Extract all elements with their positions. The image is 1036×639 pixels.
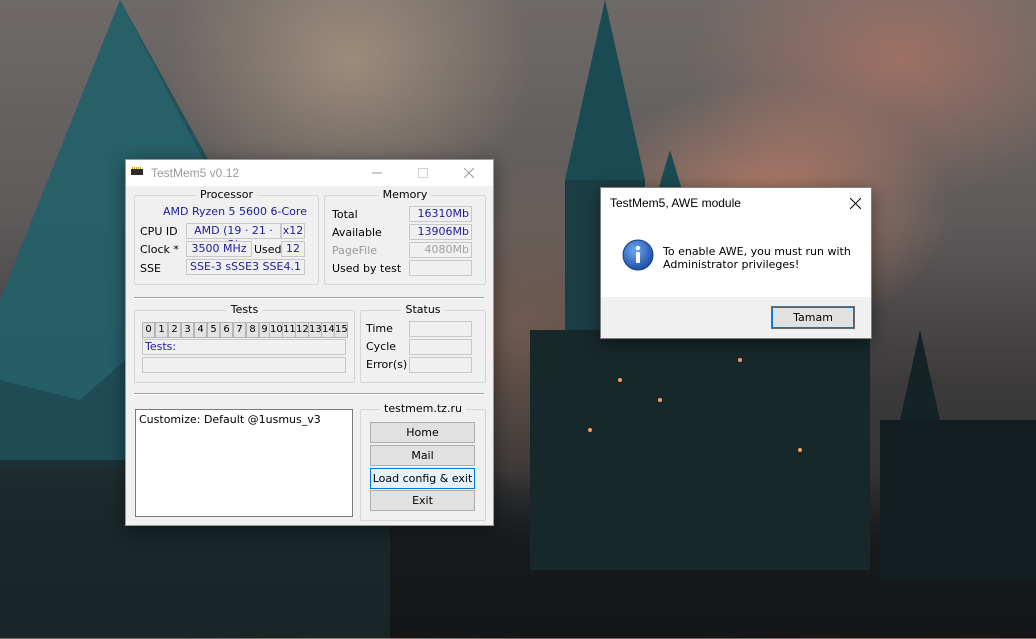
testmem-window: TestMem5 v0.12 Processor AMD Ryzen 5 560…: [125, 159, 494, 526]
clock-value: 3500 MHz: [186, 241, 252, 257]
cpu-id-value: AMD (19 · 21 · 2): [186, 223, 281, 251]
ok-button[interactable]: Tamam: [771, 306, 855, 329]
home-button[interactable]: Home: [370, 422, 475, 443]
total-value: 16310Mb: [409, 206, 472, 222]
time-label: Time: [366, 322, 393, 335]
memory-chip-icon: [131, 167, 143, 175]
window-title: TestMem5 v0.12: [151, 166, 240, 180]
minimize-button[interactable]: [354, 160, 400, 186]
dialog-title-bar: TestMem5, AWE module: [601, 188, 871, 218]
used-by-test-value: [409, 260, 472, 276]
maximize-icon: [418, 168, 428, 178]
memory-group-title: Memory: [378, 188, 432, 201]
test-number-cell: 5: [207, 322, 220, 338]
used-label: Used: [254, 243, 282, 256]
test-number-cell: 0: [142, 322, 155, 338]
processor-group: Processor: [134, 188, 319, 285]
used-value: 12: [281, 241, 305, 257]
status-group: Status: [360, 303, 486, 383]
load-config-exit-button[interactable]: Load config & exit: [370, 468, 475, 489]
errors-label: Error(s): [366, 358, 408, 371]
test-number-cell: 6: [220, 322, 233, 338]
dialog-body: To enable AWE, you must run with Adminis…: [601, 218, 871, 297]
sse-label: SSE: [140, 262, 161, 275]
exit-button[interactable]: Exit: [370, 490, 475, 511]
test-number-cell: 9: [259, 322, 270, 338]
info-icon: [622, 239, 654, 271]
test-number-cell: 10: [269, 322, 283, 338]
total-label: Total: [332, 208, 358, 221]
processor-group-title: Processor: [196, 188, 257, 201]
test-number-cell: 15: [334, 322, 348, 338]
cycle-value: [409, 339, 472, 355]
cpu-name: AMD Ryzen 5 5600 6-Core: [163, 205, 307, 218]
test-number-cell: 3: [181, 322, 194, 338]
available-value: 13906Mb: [409, 224, 472, 240]
links-group-title: testmem.tz.ru: [380, 402, 466, 415]
cpu-threads-value: x12: [281, 223, 305, 239]
dialog-message: To enable AWE, you must run with Adminis…: [663, 245, 851, 271]
time-value: [409, 321, 472, 337]
test-number-cell: 2: [168, 322, 181, 338]
clock-label: Clock *: [140, 243, 179, 256]
test-number-cell: 4: [194, 322, 207, 338]
log-memo[interactable]: Customize: Default @1usmus_v3: [135, 409, 353, 517]
dialog-title: TestMem5, AWE module: [610, 196, 741, 210]
separator: [134, 297, 484, 299]
close-icon: [464, 168, 474, 178]
test-number-cell: 12: [295, 322, 309, 338]
test-number-cell: 1: [155, 322, 168, 338]
test-number-cell: 11: [282, 322, 296, 338]
tests-label: Tests:: [142, 339, 346, 355]
title-bar: TestMem5 v0.12: [126, 160, 493, 186]
cycle-label: Cycle: [366, 340, 397, 353]
maximize-button[interactable]: [400, 160, 446, 186]
errors-value: [409, 357, 472, 373]
available-label: Available: [332, 226, 382, 239]
pagefile-label: PageFile: [332, 244, 378, 257]
close-button[interactable]: [446, 160, 492, 186]
cpu-id-label: CPU ID: [140, 225, 178, 238]
test-number-cell: 8: [246, 322, 259, 338]
memory-group: Memory: [324, 188, 486, 285]
tests-group-title: Tests: [226, 303, 263, 316]
test-number-cell: 13: [308, 322, 322, 338]
awe-dialog: TestMem5, AWE module To enable AWE, you …: [600, 187, 872, 339]
used-by-test-label: Used by test: [332, 262, 402, 275]
test-number-cell: 7: [233, 322, 246, 338]
tests-group: Tests: [134, 303, 355, 383]
status-group-title: Status: [401, 303, 445, 316]
separator: [134, 393, 484, 395]
sse-value: SSE-3 sSSE3 SSE4.1: [186, 259, 305, 275]
mail-button[interactable]: Mail: [370, 445, 475, 466]
dialog-close-button[interactable]: [845, 193, 865, 213]
pagefile-value: 4080Mb: [409, 242, 472, 258]
tests-progress: [142, 357, 346, 373]
minimize-icon: [372, 172, 382, 174]
close-icon: [849, 197, 861, 209]
test-number-cell: 14: [321, 322, 335, 338]
